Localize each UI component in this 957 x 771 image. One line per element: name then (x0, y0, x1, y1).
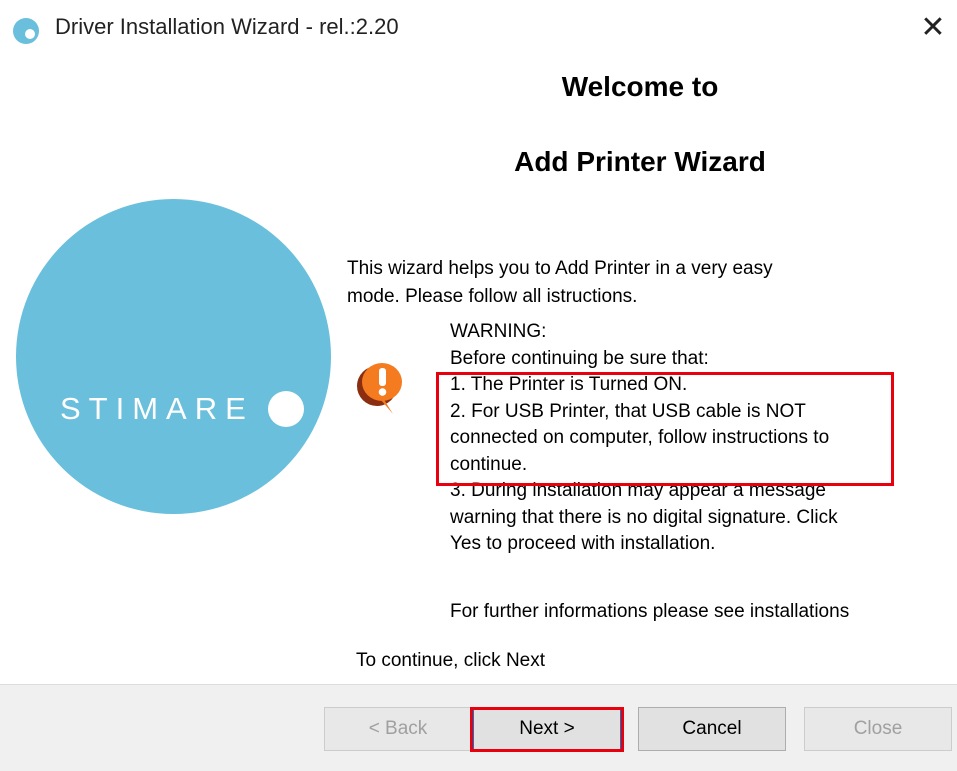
next-button[interactable]: Next > (473, 707, 621, 751)
stimare-logo: STIMARE (16, 199, 331, 514)
title-bar: Driver Installation Wizard - rel.:2.20 ✕ (0, 0, 957, 58)
further-info-text: For further informations please see inst… (450, 601, 850, 622)
intro-line-1: This wizard helps you to Add Printer in … (347, 258, 773, 279)
continue-instruction: To continue, click Next (356, 650, 546, 671)
close-button[interactable]: Close (804, 707, 952, 751)
cancel-button[interactable]: Cancel (638, 707, 786, 751)
warning-line: WARNING: (450, 321, 547, 342)
intro-text: This wizard helps you to Add Printer in … (347, 255, 887, 311)
wizard-title-heading: Add Printer Wizard (514, 146, 766, 177)
warning-line: Yes to proceed with installation. (450, 533, 716, 554)
exclamation-bubble-icon (357, 363, 402, 414)
welcome-heading: Welcome to (561, 71, 719, 102)
intro-line-2: mode. Please follow all istructions. (347, 286, 638, 307)
warning-line: warning that there is no digital signatu… (450, 506, 838, 528)
wizard-window: Driver Installation Wizard - rel.:2.20 ✕… (0, 0, 957, 771)
warning-line: Before continuing be sure that: (450, 347, 709, 369)
logo-text: STIMARE (60, 391, 254, 426)
window-title: Driver Installation Wizard - rel.:2.20 (55, 14, 399, 39)
back-button[interactable]: < Back (324, 707, 472, 751)
close-window-icon[interactable]: ✕ (913, 8, 953, 48)
warning-highlight-box (436, 372, 894, 486)
app-icon (13, 18, 39, 44)
